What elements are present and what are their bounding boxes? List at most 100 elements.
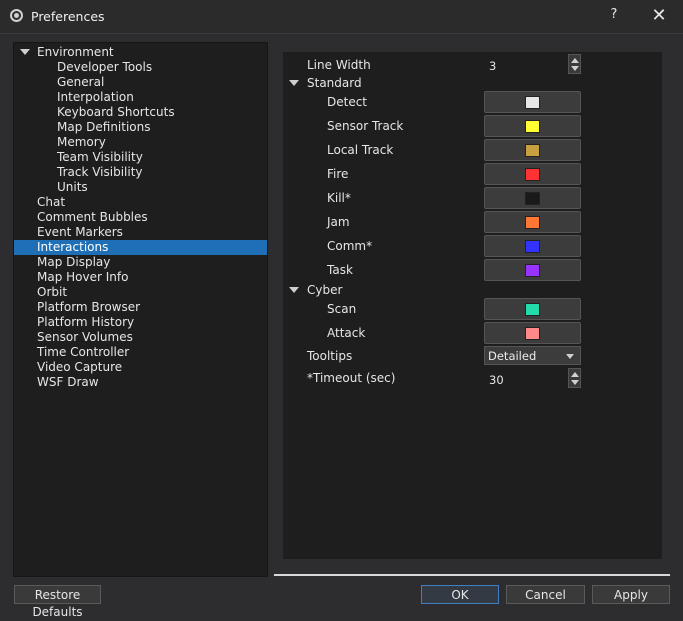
tree-item-chat[interactable]: Chat: [14, 195, 267, 210]
tree-item-label: Memory: [57, 135, 106, 149]
tree-item-label: Keyboard Shortcuts: [57, 105, 175, 119]
tree-item-label: Map Display: [37, 255, 111, 269]
local-track-color-button[interactable]: [484, 139, 581, 161]
color-swatch: [525, 144, 540, 157]
tree-item-label: Track Visibility: [57, 165, 143, 179]
tree-item-developer-tools[interactable]: Developer Tools: [14, 60, 267, 75]
tree-item-label: Team Visibility: [57, 150, 143, 164]
spin-up-icon[interactable]: [571, 58, 579, 63]
color-row-label: Attack: [327, 326, 366, 340]
tree-item-event-markers[interactable]: Event Markers: [14, 225, 267, 240]
tree-item-environment[interactable]: Environment: [14, 45, 267, 60]
tree-item-label: Developer Tools: [57, 60, 153, 74]
title-bar: Preferences ? ✕: [0, 0, 683, 34]
color-row-label: Local Track: [327, 143, 394, 157]
spin-up-icon[interactable]: [571, 372, 579, 377]
restore-defaults-button[interactable]: Restore Defaults: [14, 585, 101, 619]
attack-color-button[interactable]: [484, 322, 581, 344]
tree-item-label: Interpolation: [57, 90, 134, 104]
window-title: Preferences: [31, 9, 105, 24]
tree-item-general[interactable]: General: [14, 75, 267, 90]
category-tree[interactable]: Environment Developer Tools General Interpo…: [13, 42, 268, 577]
color-row-label: Jam: [327, 215, 350, 229]
tree-item-wsf-draw[interactable]: WSF Draw: [14, 375, 267, 390]
timeout-label: *Timeout (sec): [307, 371, 396, 385]
close-button[interactable]: ✕: [648, 5, 670, 27]
tree-item-label: Time Controller: [37, 345, 130, 359]
tree-item-platform-history[interactable]: Platform History: [14, 315, 267, 330]
tree-item-map-definitions[interactable]: Map Definitions: [14, 120, 267, 135]
tree-item-label: Comment Bubbles: [37, 210, 148, 224]
tooltips-label: Tooltips: [307, 349, 353, 363]
chevron-down-icon: [566, 354, 574, 359]
timeout-spinner[interactable]: [568, 368, 581, 388]
tree-item-team-visibility[interactable]: Team Visibility: [14, 150, 267, 165]
detect-color-button[interactable]: [484, 91, 581, 113]
cyber-group-label[interactable]: Cyber: [307, 283, 342, 297]
standard-group-label[interactable]: Standard: [307, 76, 362, 90]
line-width-label: Line Width: [307, 58, 371, 72]
tree-item-comment-bubbles[interactable]: Comment Bubbles: [14, 210, 267, 225]
tree-item-label: Orbit: [37, 285, 68, 299]
tree-item-platform-browser[interactable]: Platform Browser: [14, 300, 267, 315]
tree-item-orbit[interactable]: Orbit: [14, 285, 267, 300]
color-swatch: [525, 264, 540, 277]
color-swatch: [525, 192, 540, 205]
settings-panel: Line Width 3 Standard Cyber Tooltips Det…: [283, 52, 662, 559]
scan-color-button[interactable]: [484, 298, 581, 320]
timeout-value[interactable]: 30: [489, 373, 504, 387]
tree-item-sensor-volumes[interactable]: Sensor Volumes: [14, 330, 267, 345]
color-swatch: [525, 216, 540, 229]
tree-item-label: Map Hover Info: [37, 270, 129, 284]
color-row-label: Comm*: [327, 239, 373, 253]
tooltips-selected-value: Detailed: [488, 349, 537, 363]
color-swatch: [525, 120, 540, 133]
line-width-spinner[interactable]: [568, 54, 581, 74]
tree-item-memory[interactable]: Memory: [14, 135, 267, 150]
help-button[interactable]: ?: [606, 7, 622, 25]
color-row-label: Kill*: [327, 191, 351, 205]
tree-item-units[interactable]: Units: [14, 180, 267, 195]
color-row-label: Fire: [327, 167, 349, 181]
color-swatch: [525, 240, 540, 253]
spin-down-icon[interactable]: [571, 380, 579, 385]
tree-item-label: Units: [57, 180, 88, 194]
cancel-button[interactable]: Cancel: [506, 585, 585, 604]
tree-item-label: Video Capture: [37, 360, 123, 374]
tree-item-track-visibility[interactable]: Track Visibility: [14, 165, 267, 180]
panel-separator: [274, 574, 670, 576]
color-swatch: [525, 327, 540, 340]
tree-item-time-controller[interactable]: Time Controller: [14, 345, 267, 360]
tree-item-label: Platform History: [37, 315, 135, 329]
fire-color-button[interactable]: [484, 163, 581, 185]
ok-button[interactable]: OK: [421, 585, 499, 604]
spin-down-icon[interactable]: [571, 66, 579, 71]
line-width-value[interactable]: 3: [489, 59, 496, 73]
sensor-track-color-button[interactable]: [484, 115, 581, 137]
task-color-button[interactable]: [484, 259, 581, 281]
apply-button[interactable]: Apply: [592, 585, 670, 604]
cyber-expand-icon[interactable]: [289, 287, 299, 293]
tree-item-interpolation[interactable]: Interpolation: [14, 90, 267, 105]
color-row-label: Sensor Track: [327, 119, 404, 133]
color-row-label: Scan: [327, 302, 357, 316]
color-swatch: [525, 96, 540, 109]
kill--color-button[interactable]: [484, 187, 581, 209]
tree-item-label: Map Definitions: [57, 120, 151, 134]
color-swatch: [525, 168, 540, 181]
tooltips-dropdown[interactable]: Detailed: [484, 346, 581, 365]
color-swatch: [525, 303, 540, 316]
tree-item-map-display[interactable]: Map Display: [14, 255, 267, 270]
expand-arrow-icon[interactable]: [20, 49, 30, 55]
tree-item-video-capture[interactable]: Video Capture: [14, 360, 267, 375]
standard-expand-icon[interactable]: [289, 80, 299, 86]
jam-color-button[interactable]: [484, 211, 581, 233]
tree-item-keyboard-shortcuts[interactable]: Keyboard Shortcuts: [14, 105, 267, 120]
color-row-label: Detect: [327, 95, 368, 109]
tree-item-label: Chat: [37, 195, 66, 209]
tree-item-interactions[interactable]: Interactions: [14, 240, 267, 255]
tree-item-label: Event Markers: [37, 225, 123, 239]
tree-item-label: Interactions: [37, 240, 109, 254]
comm--color-button[interactable]: [484, 235, 581, 257]
tree-item-map-hover-info[interactable]: Map Hover Info: [14, 270, 267, 285]
